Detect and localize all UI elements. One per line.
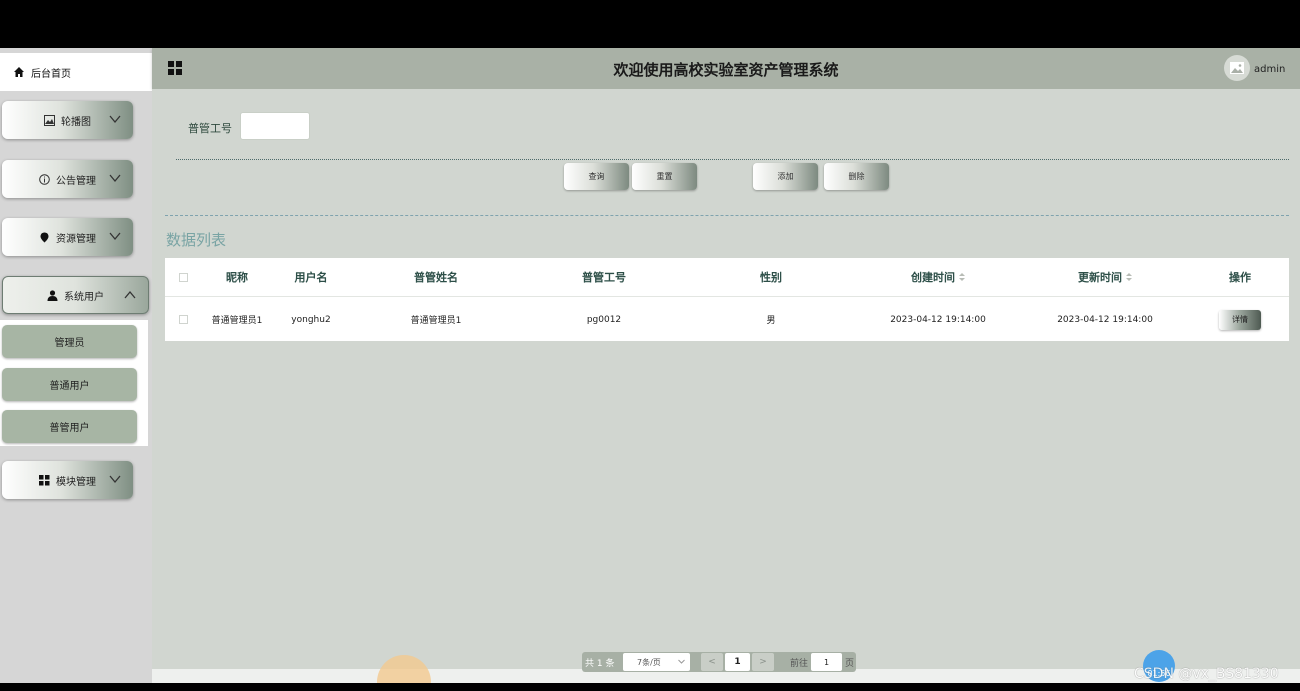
select-all-checkbox[interactable] bbox=[178, 272, 188, 282]
home-icon bbox=[14, 67, 24, 77]
info-icon bbox=[39, 173, 50, 185]
search-input[interactable] bbox=[240, 112, 310, 140]
column-header-label: 更新时间 bbox=[1078, 271, 1122, 284]
pagination-total: 共 1 条 bbox=[585, 659, 615, 669]
sidebar-item-modules[interactable]: 模块管理 bbox=[2, 461, 133, 499]
sort-icon[interactable] bbox=[1126, 272, 1132, 282]
sidebar-item-carousel[interactable]: 轮播图 bbox=[2, 101, 133, 139]
sidebar-item-resources[interactable]: 资源管理 bbox=[2, 218, 133, 256]
chevron-down-icon bbox=[109, 174, 121, 183]
chevron-up-icon bbox=[124, 290, 136, 299]
cell-name: 普通管理员1 bbox=[410, 316, 462, 326]
search-label: 普管工号 bbox=[188, 122, 232, 135]
query-button[interactable]: 查询 bbox=[564, 163, 629, 190]
cell-created: 2023-04-12 19:14:00 bbox=[890, 314, 986, 325]
column-header-name: 普管姓名 bbox=[414, 271, 458, 284]
top-black-band bbox=[0, 0, 1300, 48]
sidebar-item-system-users[interactable]: 系统用户 bbox=[2, 276, 149, 314]
chevron-down-icon bbox=[109, 115, 121, 124]
location-icon bbox=[39, 232, 50, 243]
list-title: 数据列表 bbox=[166, 231, 227, 249]
sidebar-item-label: 系统用户 bbox=[64, 291, 104, 303]
user-icon bbox=[47, 289, 58, 301]
table-row: 普通管理员1 yonghu2 普通管理员1 pg0012 男 2023-04-1… bbox=[165, 298, 1289, 341]
submenu-item-manager-user[interactable]: 普管用户 bbox=[2, 410, 137, 443]
divider bbox=[165, 215, 1289, 216]
sidebar-item-label: 资源管理 bbox=[56, 233, 96, 245]
page-unit-label: 页 bbox=[845, 659, 855, 669]
add-button[interactable]: 添加 bbox=[753, 163, 818, 190]
row-checkbox[interactable] bbox=[178, 315, 188, 324]
table-header: 昵称 用户名 普管姓名 普管工号 性别 创建时间 更新时间 操作 bbox=[165, 258, 1289, 297]
column-header-updated[interactable]: 更新时间 bbox=[1028, 258, 1182, 296]
current-page[interactable]: 1 bbox=[725, 653, 750, 671]
image-icon bbox=[44, 114, 55, 126]
sidebar-item-notice[interactable]: 公告管理 bbox=[2, 160, 133, 198]
prev-page-button[interactable]: < bbox=[701, 653, 723, 671]
sidebar-item-label: 后台首页 bbox=[31, 68, 71, 80]
row-checkbox-cell bbox=[173, 298, 193, 341]
column-header-label: 创建时间 bbox=[911, 271, 955, 284]
detail-button[interactable]: 详情 bbox=[1219, 309, 1261, 330]
select-all-checkbox-cell bbox=[173, 258, 193, 296]
image-placeholder-icon bbox=[1230, 62, 1244, 74]
submenu-item-normal-user[interactable]: 普通用户 bbox=[2, 368, 137, 401]
column-header-nickname: 昵称 bbox=[226, 271, 248, 284]
top-header: 欢迎使用高校实验室资产管理系统 admin bbox=[152, 48, 1300, 89]
page-size-value: 7条/页 bbox=[637, 657, 661, 667]
cell-gender: 男 bbox=[766, 316, 776, 326]
chevron-down-icon bbox=[109, 232, 121, 241]
sidebar: 后台首页 轮播图 公告管理 资源管理 系统用户 管理员 普通用户 普管用户 模块… bbox=[0, 48, 152, 683]
page-size-select[interactable]: 7条/页 bbox=[623, 653, 690, 671]
reset-button[interactable]: 重置 bbox=[632, 163, 697, 190]
cell-nickname: 普通管理员1 bbox=[211, 316, 263, 326]
delete-button[interactable]: 删除 bbox=[824, 163, 889, 190]
goto-page-input[interactable]: 1 bbox=[811, 653, 842, 671]
sidebar-item-label: 模块管理 bbox=[56, 476, 96, 488]
sidebar-item-label: 轮播图 bbox=[61, 116, 91, 128]
submenu-item-admin[interactable]: 管理员 bbox=[2, 325, 137, 358]
column-header-actions: 操作 bbox=[1229, 271, 1251, 284]
chevron-down-icon bbox=[678, 659, 685, 664]
divider bbox=[176, 159, 1289, 160]
sort-icon[interactable] bbox=[959, 272, 965, 282]
grid-icon bbox=[39, 474, 50, 486]
column-header-created[interactable]: 创建时间 bbox=[861, 258, 1015, 296]
bottom-black-band bbox=[0, 683, 1300, 691]
cell-username: yonghu2 bbox=[291, 314, 331, 325]
data-table: 昵称 用户名 普管姓名 普管工号 性别 创建时间 更新时间 操作 普通管理员1 … bbox=[165, 258, 1289, 341]
main-content: 普管工号 查询 重置 添加 删除 数据列表 昵称 用户名 普管姓名 普管工号 性… bbox=[152, 89, 1300, 669]
sidebar-item-home[interactable]: 后台首页 bbox=[0, 53, 152, 91]
page-title: 欢迎使用高校实验室资产管理系统 bbox=[613, 61, 839, 79]
sidebar-item-label: 公告管理 bbox=[56, 175, 96, 187]
submenu-system-users: 管理员 普通用户 普管用户 bbox=[0, 320, 148, 446]
cell-actions: 详情 bbox=[1205, 298, 1275, 341]
goto-label: 前往 bbox=[790, 659, 809, 669]
pagination: 共 1 条 7条/页 < 1 > 前往 1 页 bbox=[582, 652, 856, 672]
column-header-gender: 性别 bbox=[760, 271, 782, 284]
column-header-username: 用户名 bbox=[294, 271, 328, 284]
cell-code: pg0012 bbox=[586, 314, 622, 325]
chevron-down-icon bbox=[109, 475, 121, 484]
avatar[interactable] bbox=[1224, 55, 1250, 81]
cell-updated: 2023-04-12 19:14:00 bbox=[1057, 314, 1153, 325]
username-label[interactable]: admin bbox=[1254, 64, 1285, 75]
column-header-code: 普管工号 bbox=[582, 271, 626, 284]
next-page-button[interactable]: > bbox=[752, 653, 774, 671]
watermark: CSDN @vx_BS81330 bbox=[1134, 666, 1279, 682]
